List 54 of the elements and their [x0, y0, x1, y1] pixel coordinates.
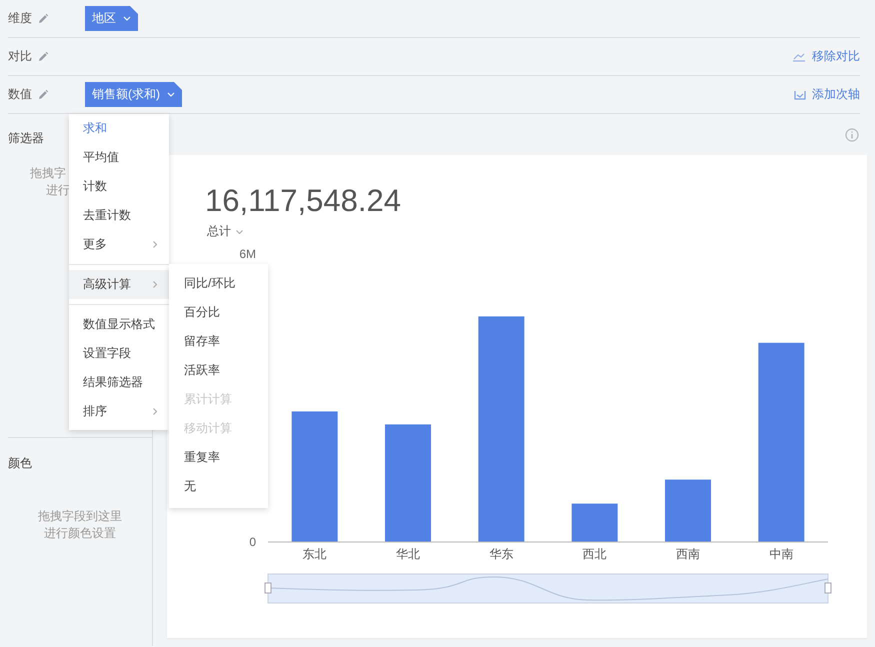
- total-dropdown[interactable]: 总计: [207, 223, 244, 240]
- menu-item[interactable]: 重复率: [169, 443, 268, 472]
- menu-item[interactable]: 活跃率: [169, 356, 268, 385]
- menu-item[interactable]: 同比/环比: [169, 269, 268, 298]
- category-label: 东北: [302, 547, 327, 561]
- caret-icon: [123, 16, 131, 21]
- menu-item[interactable]: 数值显示格式: [69, 310, 169, 339]
- axis-tick-label: 6M: [239, 247, 256, 261]
- bar: [665, 480, 711, 542]
- category-label: 华北: [396, 547, 420, 561]
- menu-item[interactable]: 留存率: [169, 327, 268, 356]
- menu-item[interactable]: 求和: [69, 114, 169, 143]
- zoom-slider[interactable]: [264, 574, 832, 604]
- menu-item[interactable]: 无: [169, 472, 268, 501]
- field-chip[interactable]: 地区: [85, 6, 138, 31]
- menu-item[interactable]: 百分比: [169, 298, 268, 327]
- chevron-icon: [153, 408, 157, 415]
- pencil-icon[interactable]: [37, 50, 49, 62]
- chevron-icon: [153, 241, 157, 248]
- field-label: 对比: [8, 48, 32, 65]
- section-title: 筛选器: [8, 130, 44, 147]
- info-icon[interactable]: [845, 128, 859, 142]
- total-value: 16,117,548.24: [205, 183, 401, 219]
- category-label: 中南: [769, 547, 794, 561]
- hint-text: 拖拽字段到这里: [38, 508, 122, 525]
- chart-icon: [792, 52, 806, 62]
- hint-text: 拖拽字: [30, 165, 66, 182]
- pencil-icon[interactable]: [37, 88, 49, 100]
- menu-item[interactable]: 去重计数: [69, 201, 169, 230]
- action-link[interactable]: 添加次轴: [794, 86, 860, 103]
- menu-item[interactable]: 计数: [69, 172, 169, 201]
- section-title: 颜色: [8, 455, 32, 472]
- menu-item[interactable]: 设置字段: [69, 339, 169, 368]
- hint-text: 进行颜色设置: [44, 525, 116, 542]
- bar: [572, 504, 618, 542]
- axis-icon: [794, 90, 806, 100]
- menu-item[interactable]: 排序: [69, 397, 169, 426]
- field-chip[interactable]: 销售额(求和): [85, 82, 182, 107]
- field-label: 维度: [8, 10, 32, 27]
- chevron-icon: [153, 281, 157, 288]
- field-label: 数值: [8, 86, 32, 103]
- axis-tick-label: 0: [249, 535, 256, 549]
- category-label: 西南: [676, 547, 700, 561]
- menu-item[interactable]: 高级计算: [69, 270, 169, 299]
- menu-item[interactable]: 结果筛选器: [69, 368, 169, 397]
- caret-icon: [167, 92, 175, 97]
- action-link[interactable]: 移除对比: [792, 48, 860, 65]
- hint-text: 进行: [46, 182, 70, 199]
- category-label: 华东: [489, 547, 514, 561]
- caret-icon: [236, 230, 244, 234]
- menu-item[interactable]: 平均值: [69, 143, 169, 172]
- menu-item[interactable]: 更多: [69, 230, 169, 259]
- category-label: 西北: [582, 547, 607, 561]
- pencil-icon[interactable]: [37, 12, 49, 24]
